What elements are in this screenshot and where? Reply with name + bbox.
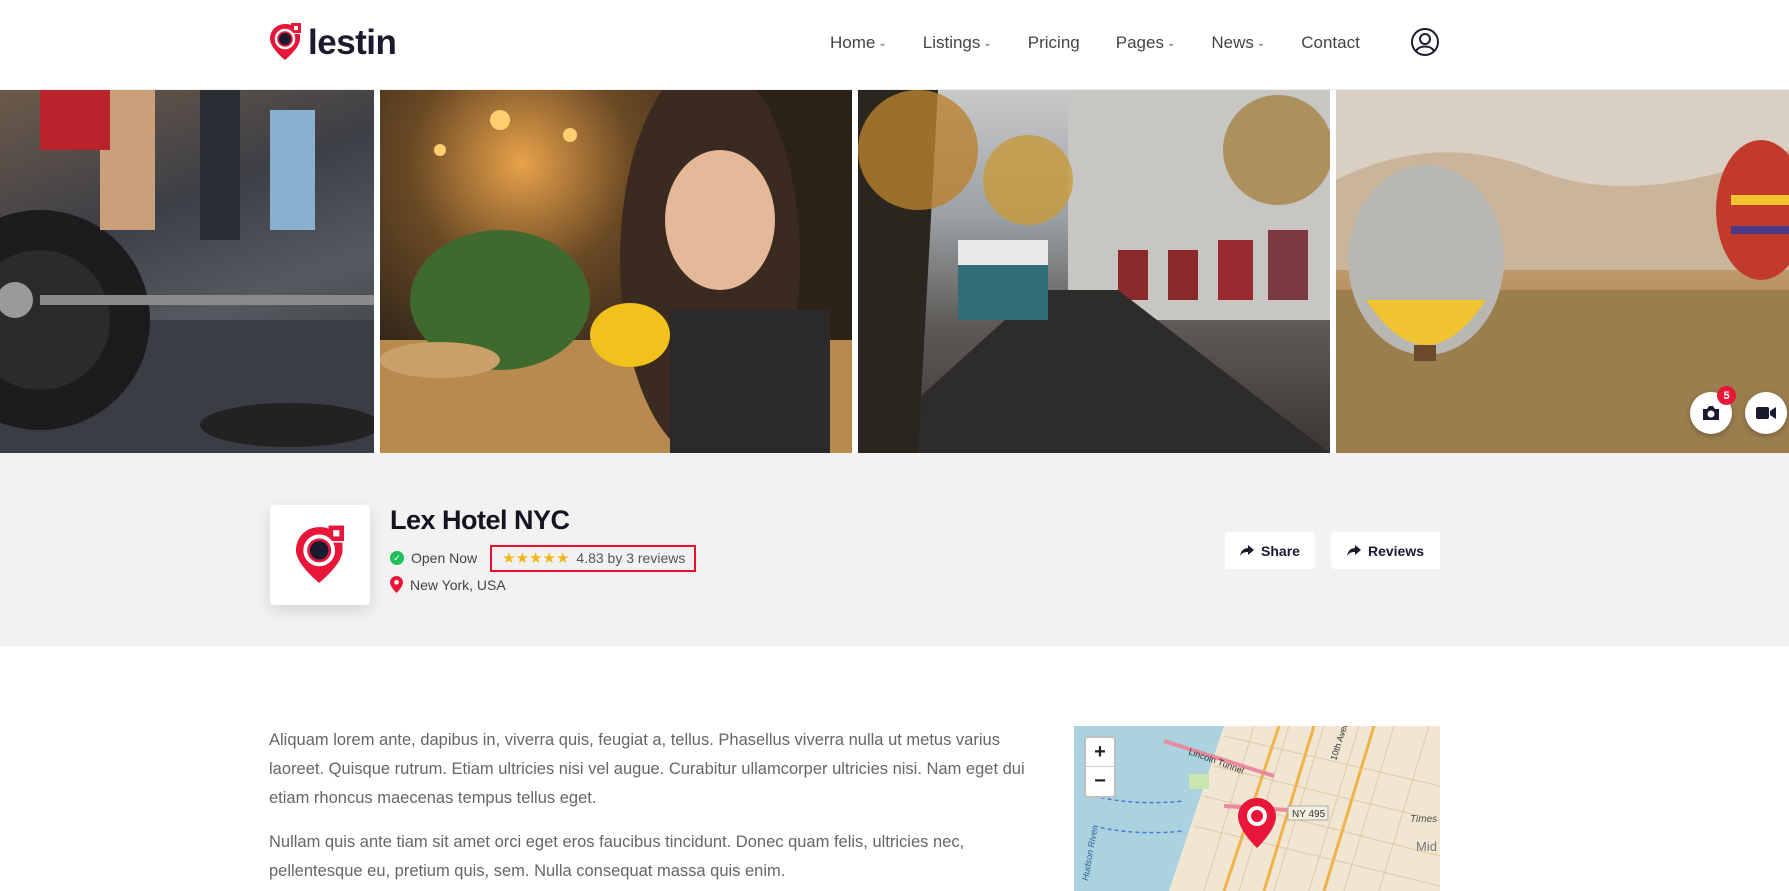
description-paragraph: Nullam quis ante tiam sit amet orci eget…	[269, 833, 965, 880]
location-pin-logo-icon	[270, 23, 301, 60]
nav-item-listings[interactable]: Listings ⌄	[923, 33, 992, 53]
nav-label: Pricing	[1027, 33, 1080, 52]
nav-item-home[interactable]: Home ⌄	[830, 33, 887, 53]
listing-summary: Lex Hotel NYC ✓ Open Now ★★★★★ 4.83 by 3…	[0, 453, 1789, 646]
gallery-photo-gym[interactable]	[0, 90, 374, 453]
gallery-photos-button[interactable]: 5	[1690, 386, 1736, 434]
user-circle-icon[interactable]	[1410, 27, 1440, 57]
check-circle-icon: ✓	[390, 551, 404, 565]
listing-meta: ✓ Open Now ★★★★★ 4.83 by 3 reviews	[390, 544, 697, 572]
zoom-in-button[interactable]: +	[1086, 738, 1114, 767]
nav-item-pricing[interactable]: Pricing	[1028, 33, 1080, 53]
reviews-label: Reviews	[1367, 542, 1425, 559]
video-icon	[1756, 407, 1776, 419]
nav-item-news[interactable]: News ⌄	[1211, 33, 1265, 53]
nav-label: Listings	[922, 33, 981, 52]
map-marker-icon[interactable]	[1238, 798, 1276, 848]
map-zoom-controls: + −	[1084, 736, 1116, 798]
share-button[interactable]: Share	[1225, 532, 1315, 569]
map-label-times-sq: Times Sq	[1410, 814, 1440, 825]
camera-icon	[1703, 406, 1719, 420]
nav-label: Contact	[1301, 33, 1360, 52]
map-pin-icon	[390, 576, 403, 593]
nav-label: Pages	[1115, 33, 1164, 52]
listing-description: Aliquam lorem ante, dapibus in, viverra …	[269, 726, 1029, 891]
description-paragraph: Aliquam lorem ante, dapibus in, viverra …	[269, 731, 1025, 807]
gallery-photo-street[interactable]	[858, 90, 1330, 453]
share-arrow-icon	[1240, 544, 1255, 556]
street-scene	[858, 90, 1330, 453]
logo-text: lestin	[308, 22, 397, 62]
cafe-scene	[380, 90, 852, 453]
nav-label: News	[1211, 33, 1254, 52]
share-label: Share	[1261, 542, 1300, 559]
rating-summary[interactable]: ★★★★★ 4.83 by 3 reviews	[490, 544, 697, 572]
nav-item-contact[interactable]: Contact	[1301, 33, 1360, 53]
reviews-button[interactable]: Reviews	[1331, 532, 1440, 569]
star-rating-icon: ★★★★★	[502, 550, 570, 567]
site-logo[interactable]: lestin	[269, 22, 397, 62]
gallery-video-button[interactable]	[1745, 392, 1787, 434]
map-label-ny495: NY 495	[1292, 809, 1326, 820]
zoom-out-button[interactable]: −	[1086, 767, 1114, 796]
location-text: New York, USA	[410, 576, 506, 593]
listing-logo	[270, 505, 370, 605]
open-status-text: Open Now	[411, 550, 478, 566]
share-arrow-icon	[1346, 544, 1361, 556]
rating-text: 4.83 by 3 reviews	[576, 550, 686, 566]
listing-title: Lex Hotel NYC	[390, 505, 570, 535]
map-label-midtown: Mid	[1416, 839, 1437, 854]
listing-location: New York, USA	[390, 576, 506, 593]
photo-gallery: 5	[0, 90, 1789, 453]
main-nav: Home ⌄ Listings ⌄ Pricing Pages ⌄ News ⌄ Con…	[830, 28, 1396, 58]
open-status: ✓ Open Now	[390, 550, 477, 566]
chevron-down-icon: ⌄	[878, 37, 887, 49]
chevron-down-icon: ⌄	[983, 37, 992, 49]
nav-item-pages[interactable]: Pages ⌄	[1116, 33, 1176, 53]
photo-count-badge: 5	[1717, 386, 1736, 405]
site-header: lestin Home ⌄ Listings ⌄ Pricing Pages ⌄ Ne…	[0, 0, 1789, 90]
gym-scene	[0, 90, 374, 453]
chevron-down-icon: ⌄	[1166, 37, 1176, 49]
nav-label: Home	[830, 33, 876, 52]
gallery-photo-cafe[interactable]	[380, 90, 852, 453]
location-pin-logo-icon	[295, 525, 345, 583]
chevron-down-icon: ⌄	[1256, 37, 1266, 49]
location-map[interactable]: Lincoln Tunnel NY 495 Times Sq Mid 10th …	[1074, 726, 1440, 891]
